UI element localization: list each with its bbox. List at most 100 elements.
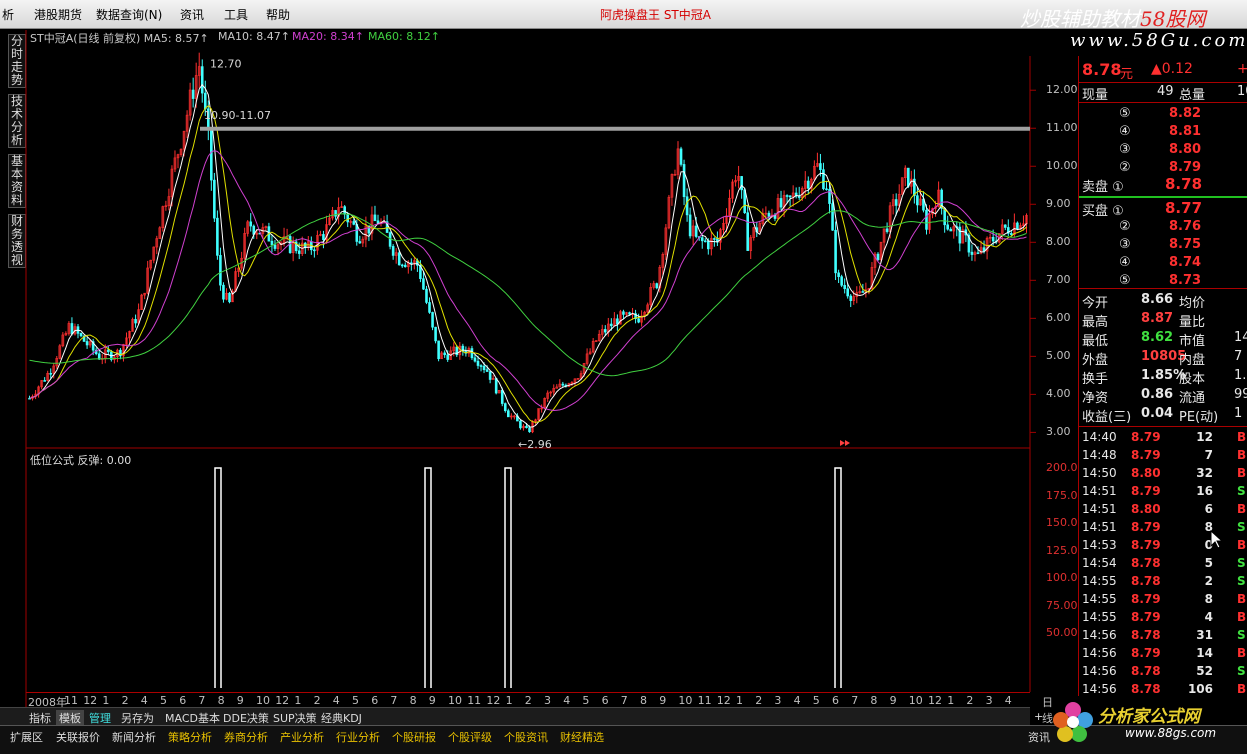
stat-label: 净资 — [1082, 391, 1109, 406]
tick-time: 14:55 — [1082, 574, 1117, 588]
stat-label-2: 市值 — [1179, 334, 1206, 349]
tab-indicator[interactable]: 指标 — [26, 710, 54, 726]
logo-text: 分析家公式网 — [1098, 707, 1200, 727]
x-axis-label: 5 — [812, 694, 820, 707]
tick-volume: 0 — [1204, 538, 1213, 552]
ma10-line — [29, 105, 1027, 424]
candle-body — [976, 252, 980, 254]
price-tick: 11.00 — [1046, 121, 1078, 135]
tab-manage[interactable]: 管理 — [86, 710, 114, 726]
x-axis-label: 3 — [544, 694, 551, 707]
candle-body — [358, 241, 362, 244]
plus-icon[interactable]: + — [1034, 710, 1043, 723]
bottom-item-rating[interactable]: 个股评级 — [448, 729, 492, 745]
tab-dde[interactable]: DDE决策 — [220, 710, 272, 726]
bottom-item-sector[interactable]: 行业分析 — [336, 729, 380, 745]
tick-side: B — [1237, 466, 1247, 480]
brand-logo: 分析家公式网 www.88gs.com — [1045, 696, 1245, 751]
candle-body — [500, 389, 504, 404]
price-tick: 8.00 — [1046, 235, 1071, 249]
buy-level: ⑤ — [1119, 273, 1131, 288]
tab-kdj[interactable]: 经典KDJ — [318, 710, 365, 726]
tick-price: 8.78 — [1131, 574, 1161, 588]
candle-body — [700, 237, 704, 242]
tick-time: 14:56 — [1082, 682, 1117, 696]
x-axis-label: 6 — [179, 694, 187, 707]
candle-body — [849, 295, 853, 301]
candle-body — [603, 329, 607, 333]
candle-body — [43, 380, 46, 382]
bottom-item-strategy[interactable]: 策略分析 — [168, 729, 212, 745]
tick-volume: 31 — [1196, 628, 1213, 642]
x-axis-label: 11 — [467, 694, 482, 707]
candle-body — [322, 234, 325, 241]
tick-volume: 8 — [1204, 592, 1213, 606]
candles-group — [28, 52, 1028, 434]
x-axis-label: 9 — [236, 694, 244, 707]
x-axis-label: 6 — [832, 694, 839, 707]
tick-time: 14:50 — [1082, 466, 1117, 480]
price-change: ▲0.12 — [1151, 61, 1193, 77]
candle-body — [400, 264, 404, 267]
bottom-item-finance[interactable]: 财经精选 — [560, 729, 604, 745]
bottom-item-news[interactable]: 新闻分析 — [112, 729, 156, 745]
candle-body — [682, 164, 686, 198]
plus-icon-panel[interactable]: + — [1237, 61, 1247, 77]
candle-body — [991, 236, 995, 242]
marker-arrow-icon — [840, 440, 850, 446]
candle-body — [1010, 233, 1013, 235]
x-axis-label: 11 — [697, 694, 712, 707]
current-price: 8.78 — [1082, 60, 1122, 79]
buy-price: 8.73 — [1169, 273, 1202, 288]
bottom-item-industry-chain[interactable]: 产业分析 — [280, 729, 324, 745]
candle-body — [485, 369, 489, 372]
candle-body — [819, 163, 822, 170]
candle-body — [373, 214, 377, 222]
candle-body — [637, 318, 640, 323]
bottom-item-related[interactable]: 关联报价 — [56, 729, 100, 745]
candle-body — [49, 372, 53, 375]
stat-value: 8.66 — [1141, 292, 1174, 307]
bottom-item-broker[interactable]: 券商分析 — [224, 729, 268, 745]
bottom-item-research[interactable]: 个股研报 — [392, 729, 436, 745]
sell-price: 8.81 — [1169, 124, 1202, 139]
x-axis-label: 12 — [716, 694, 731, 707]
tab-save-as[interactable]: 另存为 — [118, 710, 157, 726]
stat-label-2: PE(动) — [1179, 410, 1219, 425]
x-axis-label: 1 — [294, 694, 302, 707]
price-tick: 9.00 — [1046, 197, 1071, 211]
price-chart[interactable]: 12.70 10.90-11.07 ←2.96 — [0, 0, 1247, 753]
indicator-tick: 125.0 — [1046, 543, 1078, 557]
buy1-label: 买盘 ① — [1082, 204, 1124, 219]
tab-macd[interactable]: MACD基本 — [162, 710, 223, 726]
tick-time: 14:40 — [1082, 430, 1117, 444]
tick-volume: 8 — [1204, 520, 1213, 534]
sell-level: ② — [1119, 160, 1131, 175]
candle-body — [346, 214, 349, 223]
bottom-item-expand[interactable]: 扩展区 — [10, 729, 43, 745]
candle-body — [297, 250, 301, 254]
stat-label-2: 流通 — [1179, 391, 1206, 406]
tick-side: B — [1237, 502, 1247, 516]
tick-side: S — [1237, 484, 1246, 498]
bottom-item-stock-news[interactable]: 个股资讯 — [504, 729, 548, 745]
sell-level: ⑤ — [1119, 106, 1131, 121]
candle-body — [837, 272, 840, 277]
tick-side: B — [1237, 448, 1247, 462]
x-axis-label: 2 — [121, 694, 129, 707]
candle-body — [1016, 222, 1019, 230]
tab-sup[interactable]: SUP决策 — [270, 710, 320, 726]
range-annotation: 10.90-11.07 — [204, 109, 271, 122]
buy-level: ③ — [1119, 237, 1131, 252]
indicator-tick: 175.0 — [1046, 488, 1078, 502]
tick-price: 8.79 — [1131, 592, 1161, 606]
high-annotation: 12.70 — [210, 58, 242, 71]
indicator-tick: 100.0 — [1046, 571, 1078, 584]
divider — [1079, 82, 1247, 83]
stat-value-2: 1 — [1234, 406, 1243, 421]
buy-price: 8.76 — [1169, 219, 1202, 234]
candle-body — [443, 352, 446, 356]
tick-time: 14:56 — [1082, 664, 1117, 678]
x-axis-label: 11 — [64, 694, 78, 707]
tab-template[interactable]: 模板 — [56, 710, 84, 726]
